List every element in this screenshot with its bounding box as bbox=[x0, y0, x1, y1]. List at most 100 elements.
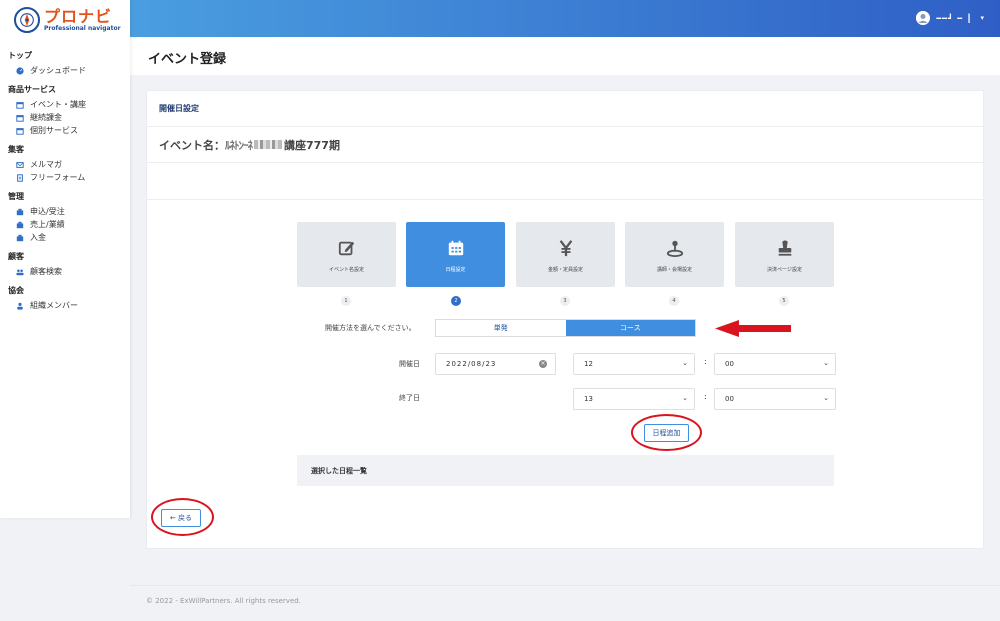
event-name-prefix: イベント名： bbox=[159, 138, 225, 152]
footer-divider bbox=[130, 585, 1000, 586]
end-date-label: 終了日 bbox=[399, 394, 420, 402]
sidebar-item-customer-search[interactable]: 顧客検索 bbox=[0, 265, 130, 278]
dashboard-icon bbox=[16, 66, 24, 75]
step-number: 5 bbox=[779, 296, 789, 306]
user-menu[interactable]: ━━┛ ━ ┃ ▾ bbox=[916, 11, 984, 25]
sidebar-item-freeform[interactable]: フリーフォーム bbox=[0, 171, 130, 184]
start-minute-value: 00 bbox=[725, 360, 734, 368]
nav-section-top: トップ bbox=[8, 51, 32, 60]
sidebar-item-label: 個別サービス bbox=[30, 126, 78, 135]
sidebar-item-label: ダッシュボード bbox=[30, 66, 86, 75]
event-name: イベント名： ﾙﾈﾄﾝｰﾈ 講座777期 bbox=[147, 127, 983, 163]
form-icon bbox=[16, 173, 24, 182]
step-number: 1 bbox=[341, 296, 351, 306]
end-minute-value: 00 bbox=[725, 395, 734, 403]
map-pin-icon bbox=[666, 239, 684, 257]
step-label: 金額・定員設定 bbox=[547, 266, 583, 273]
user-name: ━━┛ ━ ┃ bbox=[936, 13, 973, 23]
sidebar-nav: トップ ダッシュボード 商品サービス イベント・講座 継続課金 個別サービス 集… bbox=[0, 40, 130, 312]
sidebar-item-label: メルマガ bbox=[30, 160, 62, 169]
sidebar-item-subscription[interactable]: 継続課金 bbox=[0, 111, 130, 124]
start-hour-select[interactable]: 12 ⌄ bbox=[573, 353, 695, 375]
calendar-icon bbox=[16, 101, 24, 109]
step-number: 3 bbox=[560, 296, 570, 306]
method-course-button[interactable]: コース bbox=[565, 320, 695, 336]
schedule-card: 開催日設定 イベント名： ﾙﾈﾄﾝｰﾈ 講座777期 イベント名設定 日程設定 … bbox=[146, 90, 984, 549]
sidebar-item-label: 組織メンバー bbox=[30, 301, 78, 310]
top-bar: ━━┛ ━ ┃ ▾ bbox=[130, 0, 1000, 37]
step-schedule[interactable]: 日程設定 bbox=[406, 222, 505, 287]
sidebar-item-members[interactable]: 組織メンバー bbox=[0, 299, 130, 312]
sidebar: プロナビ Professional navigator トップ ダッシュボード … bbox=[0, 0, 130, 518]
start-date-value: 2022/08/23 bbox=[446, 360, 497, 368]
edit-icon bbox=[338, 239, 356, 257]
nav-section-association: 協会 bbox=[8, 286, 24, 295]
sidebar-item-individual[interactable]: 個別サービス bbox=[0, 124, 130, 137]
chevron-down-icon: ⌄ bbox=[682, 359, 688, 367]
calendar-icon bbox=[16, 114, 24, 122]
step-payment-page[interactable]: 決済ページ設定 bbox=[735, 222, 834, 287]
end-hour-select[interactable]: 13 ⌄ bbox=[573, 388, 695, 410]
spacer-row bbox=[147, 163, 983, 200]
sidebar-item-label: フリーフォーム bbox=[30, 173, 86, 182]
selected-schedule-list: 選択した日程一覧 bbox=[297, 455, 834, 486]
stamp-icon bbox=[776, 239, 794, 257]
page-header: イベント登録 bbox=[130, 37, 1000, 75]
step-label: 講師・会場設定 bbox=[656, 266, 692, 273]
red-circle-annotation bbox=[631, 414, 702, 451]
step-wizard: イベント名設定 日程設定 金額・定員設定 講師・会場設定 決済ページ設定 1 2… bbox=[297, 222, 835, 306]
method-single-button[interactable]: 単発 bbox=[436, 320, 566, 336]
step-label: 決済ページ設定 bbox=[767, 266, 802, 273]
box-icon bbox=[16, 221, 24, 229]
page-title: イベント登録 bbox=[148, 52, 227, 67]
chevron-down-icon: ⌄ bbox=[823, 394, 829, 402]
step-label: 日程設定 bbox=[445, 266, 466, 273]
redacted-block bbox=[254, 140, 282, 149]
user-icon bbox=[16, 302, 24, 310]
logo-subtitle: Professional navigator bbox=[44, 24, 121, 32]
sidebar-item-events[interactable]: イベント・講座 bbox=[0, 98, 130, 111]
card-header: 開催日設定 bbox=[147, 91, 983, 127]
sidebar-item-sales[interactable]: 売上/業績 bbox=[0, 218, 130, 231]
start-date-label: 開催日 bbox=[399, 360, 420, 368]
mail-icon bbox=[16, 161, 24, 169]
method-toggle: 単発 コース bbox=[435, 319, 696, 337]
sidebar-item-label: 継続課金 bbox=[30, 113, 62, 122]
sidebar-item-mailmag[interactable]: メルマガ bbox=[0, 158, 130, 171]
start-minute-select[interactable]: 00 ⌄ bbox=[714, 353, 836, 375]
end-minute-select[interactable]: 00 ⌄ bbox=[714, 388, 836, 410]
sidebar-item-label: 申込/受注 bbox=[30, 207, 65, 216]
footer-copyright: © 2022 - ExWillPartners. All rights rese… bbox=[146, 597, 301, 605]
box-icon bbox=[16, 234, 24, 242]
nav-section-management: 管理 bbox=[8, 192, 24, 201]
chevron-down-icon: ⌄ bbox=[682, 394, 688, 402]
start-date-input[interactable]: 2022/08/23 × bbox=[435, 353, 556, 375]
step-price[interactable]: 金額・定員設定 bbox=[516, 222, 615, 287]
step-label: イベント名設定 bbox=[328, 266, 364, 273]
users-icon bbox=[16, 268, 24, 276]
step-event-name[interactable]: イベント名設定 bbox=[297, 222, 396, 287]
sidebar-item-label: 売上/業績 bbox=[30, 220, 65, 229]
sidebar-item-label: 入金 bbox=[30, 233, 46, 242]
chevron-down-icon: ▾ bbox=[980, 14, 984, 22]
compass-icon bbox=[14, 7, 40, 33]
logo[interactable]: プロナビ Professional navigator bbox=[0, 0, 130, 40]
sidebar-item-dashboard[interactable]: ダッシュボード bbox=[0, 64, 130, 77]
sidebar-item-label: イベント・講座 bbox=[30, 100, 86, 109]
sidebar-item-payments[interactable]: 入金 bbox=[0, 231, 130, 244]
calendar-icon bbox=[447, 239, 465, 257]
sidebar-item-label: 顧客検索 bbox=[30, 267, 62, 276]
red-arrow-annotation bbox=[715, 320, 791, 337]
yen-icon bbox=[557, 239, 575, 257]
clear-icon[interactable]: × bbox=[539, 360, 547, 368]
calendar-icon bbox=[16, 127, 24, 135]
start-hour-value: 12 bbox=[584, 360, 593, 368]
red-circle-annotation bbox=[151, 498, 214, 536]
nav-section-marketing: 集客 bbox=[8, 145, 24, 154]
end-hour-value: 13 bbox=[584, 395, 593, 403]
nav-section-products: 商品サービス bbox=[8, 85, 56, 94]
time-colon: : bbox=[704, 392, 707, 401]
time-colon: : bbox=[704, 357, 707, 366]
step-instructor[interactable]: 講師・会場設定 bbox=[625, 222, 724, 287]
sidebar-item-orders[interactable]: 申込/受注 bbox=[0, 205, 130, 218]
